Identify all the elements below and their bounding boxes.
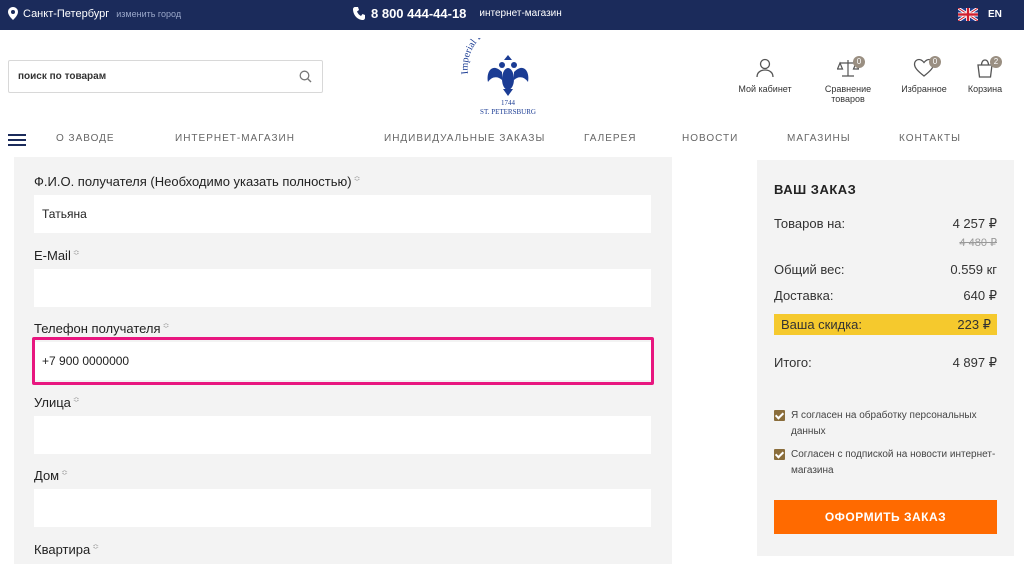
goods-label: Товаров на: [774,216,846,231]
nav-item-about[interactable]: О ЗАВОДЕ [56,133,115,144]
required-icon: ≎ [61,468,68,477]
language-switch[interactable]: EN [958,8,1002,21]
nav-item-gallery[interactable]: ГАЛЕРЕЯ [584,133,636,144]
cart-label: Корзина [967,84,1003,94]
double-eagle-icon [487,55,529,96]
total-row: Итого: 4 897 ₽ [774,355,997,370]
delivery-label: Доставка: [774,288,834,303]
required-icon: ≎ [353,174,361,183]
weight-row: Общий вес: 0.559 кг [774,262,997,277]
nav-item-news[interactable]: НОВОСТИ [682,133,738,144]
consent-personal-label: Я согласен на обработку персональных дан… [791,410,977,437]
discount-value: 223 ₽ [957,317,991,332]
uk-flag-icon [958,8,978,21]
cart-button[interactable]: 2 Корзина [945,56,1024,94]
bag-icon: 2 [974,56,1002,78]
submit-order-button[interactable]: ОФОРМИТЬ ЗАКАЗ [774,500,997,534]
scales-icon: 0 [836,56,865,78]
search-box[interactable] [8,60,323,93]
fullname-input[interactable] [34,195,651,233]
checkbox-checked-icon[interactable] [774,449,785,460]
user-icon [754,58,776,78]
order-title: ВАШ ЗАКАЗ [774,182,857,197]
nav-item-contacts[interactable]: КОНТАКТЫ [899,133,961,144]
field-label-fullname: Ф.И.О. получателя (Необходимо указать по… [34,174,361,189]
required-icon: ≎ [162,321,170,330]
nav-item-custom-orders[interactable]: ИНДИВИДУАЛЬНЫЕ ЗАКАЗЫ [384,133,545,144]
heart-icon: 0 [913,56,941,78]
field-label-apartment: Квартира ≎ [34,542,99,557]
favorites-count-badge: 0 [929,56,941,68]
compare-label: Сравнение товаров [824,84,872,104]
account-button[interactable]: Мой кабинет [725,58,805,94]
goods-row: Товаров на: 4 257 ₽ [774,216,997,231]
consent-news-label: Согласен с подпиской на новости интернет… [791,449,996,476]
required-icon: ≎ [92,542,99,551]
phone-number[interactable]: 8 800 444-44-18 [371,6,466,21]
goods-old-price: 4 480 ₽ [959,237,997,249]
street-input[interactable] [34,416,651,454]
menu-burger-icon[interactable] [8,134,26,146]
language-label[interactable]: EN [988,9,1002,20]
checkbox-checked-icon[interactable] [774,410,785,421]
change-city-link[interactable]: изменить город [116,9,181,19]
phone-note: интернет-магазин [479,8,562,19]
logo-year: 1744 [501,99,516,107]
phone-block[interactable]: 8 800 444-44-18 интернет-магазин [353,6,562,21]
total-label: Итого: [774,355,812,370]
imperial-porcelain-logo[interactable]: Imperial Porcelain 1744 St. Petersburg [458,38,558,120]
discount-row: Ваша скидка: 223 ₽ [774,314,997,335]
phone-icon [353,6,365,20]
favorites-label: Избранное [901,84,947,94]
goods-value: 4 257 ₽ [952,216,997,231]
weight-label: Общий вес: [774,262,845,277]
compare-count-badge: 0 [853,56,865,68]
city-name[interactable]: Санкт-Петербург [23,8,109,20]
delivery-value: 640 ₽ [963,288,997,303]
required-icon: ≎ [72,248,80,257]
field-label-house: Дом ≎ [34,468,68,483]
recipient-form: Ф.И.О. получателя (Необходимо указать по… [14,157,672,564]
compare-button[interactable]: 0 Сравнение товаров [808,56,888,104]
consent-personal-checkbox[interactable]: Я согласен на обработку персональных дан… [774,408,997,440]
discount-label: Ваша скидка: [781,317,863,332]
email-input[interactable] [34,269,651,307]
consent-news-checkbox[interactable]: Согласен с подпиской на новости интернет… [774,447,997,479]
house-input[interactable] [34,489,651,527]
location-pin-icon [8,7,18,20]
field-label-email: E-Mail ≎ [34,248,80,263]
cart-count-badge: 2 [990,56,1002,68]
field-label-street: Улица ≎ [34,395,80,410]
main-nav: О ЗАВОДЕ ИНТЕРНЕТ-МАГАЗИН ИНДИВИДУАЛЬНЫЕ… [0,130,1024,150]
search-input[interactable] [9,61,289,92]
account-label: Мой кабинет [738,84,792,94]
top-bar: Санкт-Петербург изменить город 8 800 444… [0,0,1024,30]
field-label-phone: Телефон получателя ≎ [34,321,170,336]
search-icon[interactable] [299,70,312,83]
phone-field-highlight [32,337,654,385]
required-icon: ≎ [72,395,80,404]
nav-item-stores[interactable]: МАГАЗИНЫ [787,133,851,144]
logo-city: St. Petersburg [480,108,536,116]
weight-value: 0.559 кг [950,262,997,277]
delivery-row: Доставка: 640 ₽ [774,288,997,303]
city-selector[interactable]: Санкт-Петербург изменить город [8,7,181,20]
order-summary: ВАШ ЗАКАЗ Товаров на: 4 257 ₽ 4 480 ₽ Об… [757,160,1014,556]
nav-item-shop[interactable]: ИНТЕРНЕТ-МАГАЗИН [175,133,295,144]
total-value: 4 897 ₽ [952,355,997,370]
